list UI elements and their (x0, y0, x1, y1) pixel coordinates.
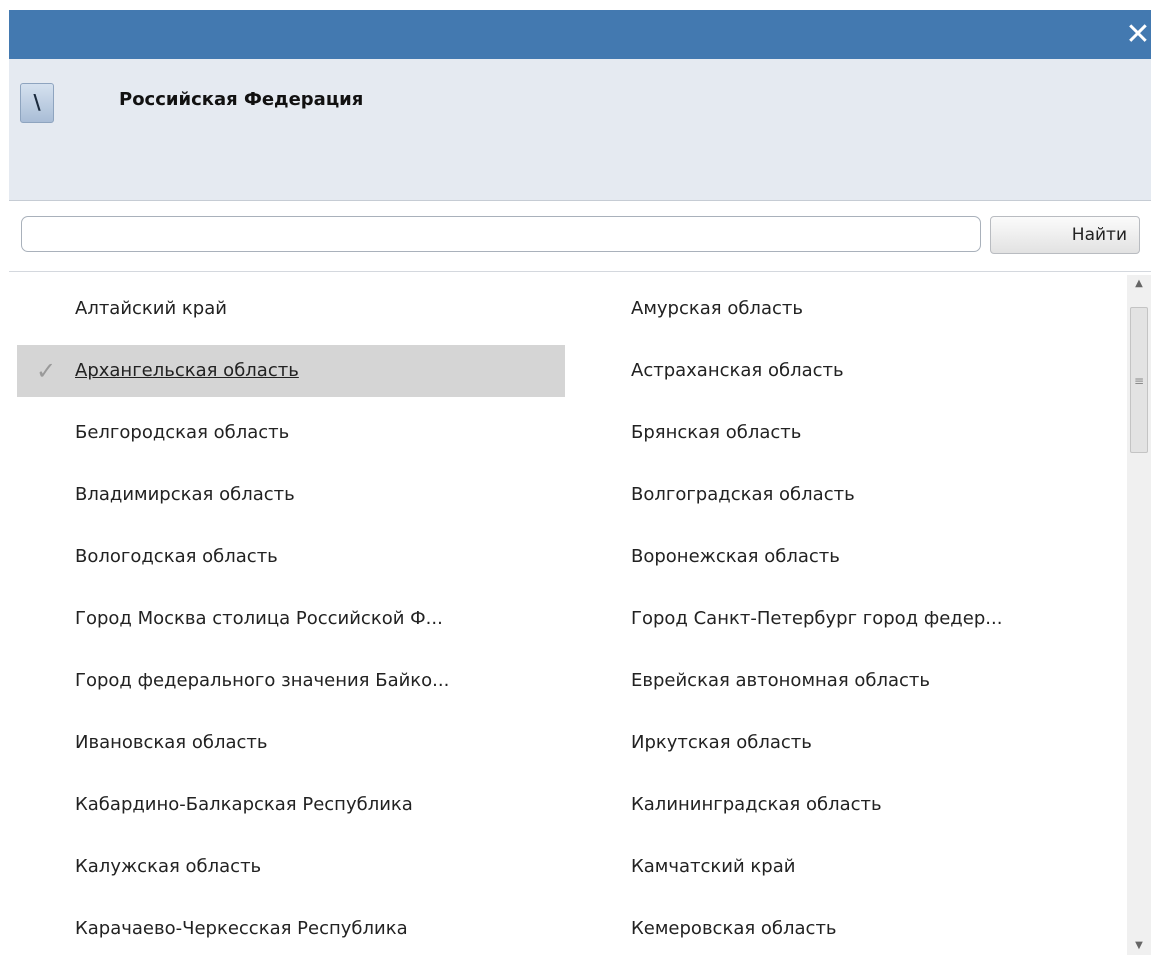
region-item-label: Архангельская область (75, 360, 299, 381)
region-item[interactable]: Астраханская область (573, 345, 1121, 397)
region-item[interactable]: Волгоградская область (573, 469, 1121, 521)
region-item[interactable]: Кабардино-Балкарская Республика (17, 779, 565, 831)
region-item-label: Кемеровская область (631, 918, 837, 939)
region-item-label: Волгоградская область (631, 484, 855, 505)
search-bar: Найти (9, 202, 1151, 272)
region-item-label: Калининградская область (631, 794, 882, 815)
search-input[interactable] (21, 216, 981, 252)
region-item[interactable]: Иркутская область (573, 717, 1121, 769)
region-item[interactable]: Кемеровская область (573, 903, 1121, 955)
scroll-down-arrow-icon[interactable]: ▼ (1127, 937, 1151, 955)
region-item-label: Амурская область (631, 298, 803, 319)
region-item-label: Владимирская область (75, 484, 295, 505)
region-item-label: Калужская область (75, 856, 262, 877)
region-item-label: Алтайский край (75, 298, 227, 319)
region-item-label: Карачаево-Черкесская Республика (75, 918, 408, 939)
region-item-label: Белгородская область (75, 422, 290, 443)
region-item[interactable]: Белгородская область (17, 407, 565, 459)
region-list: Алтайский край Амурская область ✓ Архангель… (9, 275, 1129, 955)
region-item[interactable]: Брянская область (573, 407, 1121, 459)
region-item-label: Астраханская область (631, 360, 844, 381)
region-item[interactable]: Воронежская область (573, 531, 1121, 583)
close-icon[interactable]: ✕ (1125, 18, 1151, 52)
region-item[interactable]: Еврейская автономная область (573, 655, 1121, 707)
region-item[interactable]: Алтайский край (17, 283, 565, 335)
region-item[interactable]: Ивановская область (17, 717, 565, 769)
region-item-label: Город Санкт-Петербург город федер... (631, 608, 1003, 629)
region-item-label: Воронежская область (631, 546, 840, 567)
region-item-label: Ивановская область (75, 732, 268, 753)
region-item-label: Вологодская область (75, 546, 278, 567)
region-item[interactable]: Владимирская область (17, 469, 565, 521)
region-item-label: Кабардино-Балкарская Республика (75, 794, 413, 815)
scrollbar[interactable]: ▲ ≡ ▼ (1127, 275, 1151, 955)
region-item[interactable]: ✓ Архангельская область (17, 345, 565, 397)
region-item-label: Еврейская автономная область (631, 670, 931, 691)
checkmark-icon: ✓ (35, 357, 57, 385)
region-item[interactable]: Город Москва столица Российской Ф... (17, 593, 565, 645)
region-item-label: Брянская область (631, 422, 802, 443)
region-item-label: Город федерального значения Байко... (75, 670, 450, 691)
region-item-label: Город Москва столица Российской Ф... (75, 608, 443, 629)
region-title: Российская Федерация (119, 89, 364, 110)
region-item[interactable]: Город Санкт-Петербург город федер... (573, 593, 1121, 645)
scroll-thumb[interactable]: ≡ (1130, 307, 1148, 453)
region-item[interactable]: Вологодская область (17, 531, 565, 583)
region-item-label: Камчатский край (631, 856, 796, 877)
region-item[interactable]: Камчатский край (573, 841, 1121, 893)
region-item-label: Иркутская область (631, 732, 812, 753)
region-item[interactable]: Амурская область (573, 283, 1121, 335)
region-item[interactable]: Карачаево-Черкесская Республика (17, 903, 565, 955)
up-level-button[interactable]: \ (20, 83, 54, 123)
region-item[interactable]: Город федерального значения Байко... (17, 655, 565, 707)
window-titlebar: ✕ (9, 10, 1151, 59)
search-button[interactable]: Найти (990, 216, 1140, 254)
region-item[interactable]: Калужская область (17, 841, 565, 893)
region-item[interactable]: Калининградская область (573, 779, 1121, 831)
scroll-up-arrow-icon[interactable]: ▲ (1127, 275, 1151, 293)
region-header: \ Российская Федерация (9, 59, 1151, 201)
